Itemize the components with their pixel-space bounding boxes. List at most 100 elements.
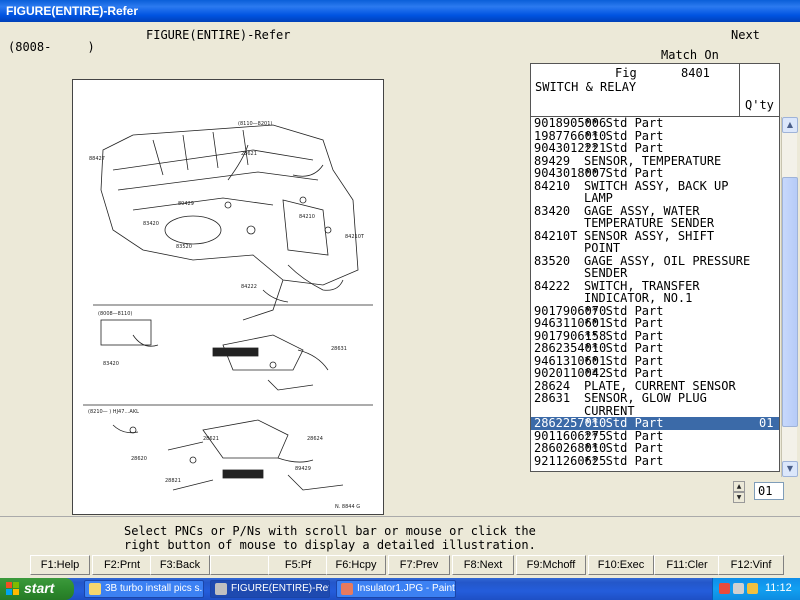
- fkey-f10[interactable]: F10:Exec: [588, 555, 654, 575]
- part-number: 83520: [534, 253, 571, 268]
- fkey-f6[interactable]: F6:Hcpy: [326, 555, 386, 575]
- fig-callout: 28621: [241, 151, 257, 157]
- figure-drawing: (8110—8201) (8008—8110) (8210— ) HJ47…AK…: [83, 121, 373, 510]
- parts-list-row[interactable]: 2860268010 ** Std Part: [531, 442, 779, 455]
- taskbar-item-paint[interactable]: Insulator1.JPG - Paint: [336, 580, 456, 598]
- fig-callout: 28624: [307, 436, 323, 442]
- fig-number: 8401: [681, 66, 710, 80]
- fig-callout: 83520: [176, 244, 192, 250]
- fig-callout: 83420: [103, 361, 119, 367]
- qty-spinner[interactable]: ▲ ▼: [733, 481, 745, 503]
- fig-label-code: N. 8844 G: [335, 504, 360, 510]
- header-range: (8008- ): [8, 40, 95, 54]
- fkey-f12[interactable]: F12:Vinf: [718, 555, 784, 575]
- fig-callout: 89429: [295, 466, 311, 472]
- parts-list-row[interactable]: LAMP: [531, 192, 779, 205]
- part-number: 83420: [534, 203, 571, 218]
- part-description: SENSOR, GLOW PLUG: [584, 391, 707, 405]
- fkey-f8[interactable]: F8:Next: [452, 555, 514, 575]
- start-button[interactable]: start: [0, 578, 74, 600]
- taskbar-item-label: 3B turbo install pics s...: [105, 583, 204, 594]
- part-number: 28631: [534, 391, 571, 405]
- fkey-f4[interactable]: [210, 555, 270, 575]
- parts-list-row[interactable]: 9020110042 ** Std Part: [531, 367, 779, 380]
- scroll-thumb[interactable]: [782, 177, 798, 427]
- scroll-up-button[interactable]: ▲: [782, 117, 798, 133]
- system-tray: 11:12: [712, 578, 800, 600]
- parts-list-row[interactable]: 9018905006 ** Std Part: [531, 117, 779, 130]
- parts-list-row[interactable]: 2862354010 ** Std Part: [531, 342, 779, 355]
- instruction-line-2: right button of mouse to display a detai…: [124, 538, 536, 552]
- parts-list-row[interactable]: 9463110601 ** Std Part: [531, 317, 779, 330]
- part-description: ** Std Part: [584, 441, 664, 455]
- part-description: ** Std Part: [584, 316, 664, 330]
- tray-network-icon[interactable]: [747, 583, 758, 594]
- fig-callout: 28620: [131, 456, 147, 462]
- figure-name: SWITCH & RELAY: [535, 80, 637, 94]
- app-icon: [215, 583, 227, 595]
- parts-list-scrollbar[interactable]: ▲ ▼: [781, 117, 798, 477]
- fkey-f9[interactable]: F9:Mchoff: [516, 555, 586, 575]
- folder-icon: [89, 583, 101, 595]
- fig-callout: 83420: [143, 221, 159, 227]
- parts-list-row[interactable]: 84210T SENSOR ASSY, SHIFT: [531, 229, 779, 243]
- fkey-f11[interactable]: F11:Cler: [654, 555, 720, 575]
- fig-label-bot-range: (8210— ) HJ47…AKL: [88, 409, 139, 415]
- fig-callout: 84210T: [345, 234, 365, 240]
- instruction-line-1: Select PNCs or P/Ns with scroll bar or m…: [124, 524, 536, 538]
- parts-list-row[interactable]: 9043018007 ** Std Part: [531, 167, 779, 180]
- fig-callout: 28621: [203, 436, 219, 442]
- parts-list-row[interactable]: POINT: [531, 242, 779, 255]
- fig-callout: 88427: [89, 156, 105, 162]
- tray-volume-icon[interactable]: [733, 583, 744, 594]
- parts-list-row[interactable]: 2862257010 ** Std Part 01: [531, 417, 779, 430]
- fkey-f7[interactable]: F7:Prev: [388, 555, 450, 575]
- parts-list-row[interactable]: SENDER: [531, 267, 779, 280]
- fkey-f1[interactable]: F1:Help: [30, 555, 90, 575]
- spin-up-icon[interactable]: ▲: [733, 481, 745, 492]
- part-description: LAMP: [584, 191, 613, 205]
- header-title: FIGURE(ENTIRE)-Refer: [146, 28, 291, 42]
- taskbar-item-folder[interactable]: 3B turbo install pics s...: [84, 580, 204, 598]
- fig-label: Fig: [615, 66, 637, 80]
- parts-list[interactable]: 9018905006 ** Std Part 1987766010 ** Std Pa…: [530, 117, 780, 472]
- fig-callout: 84222: [241, 284, 257, 290]
- part-number: 84210: [534, 178, 571, 193]
- parts-list-row[interactable]: 9211260625 ** Std Part: [531, 453, 779, 468]
- fig-callout: 84210: [299, 214, 315, 220]
- figure-illustration[interactable]: (8110—8201) (8008—8110) (8210— ) HJ47…AK…: [72, 79, 384, 515]
- parts-list-row[interactable]: TEMPERATURE SENDER: [531, 217, 779, 230]
- fig-callout: 28821: [165, 478, 181, 484]
- parts-list-row[interactable]: 28631 SENSOR, GLOW PLUG: [531, 392, 779, 405]
- scroll-down-button[interactable]: ▼: [782, 461, 798, 477]
- start-label: start: [24, 580, 55, 596]
- tray-shield-icon[interactable]: [719, 583, 730, 594]
- part-description: POINT: [584, 241, 621, 255]
- parts-list-row[interactable]: 84210 SWITCH ASSY, BACK UP: [531, 178, 779, 193]
- part-qty: 01: [759, 416, 774, 430]
- part-description: ** Std Part: [584, 117, 664, 130]
- qty-field[interactable]: 01: [754, 482, 784, 500]
- windows-logo-icon: [6, 582, 19, 595]
- fkey-f2[interactable]: F2:Prnt: [92, 555, 152, 575]
- fig-label-mid-range: (8008—8110): [98, 311, 132, 317]
- parts-list-row[interactable]: INDICATOR, NO.1: [531, 292, 779, 305]
- qty-column-header: Q'ty: [745, 98, 774, 112]
- part-description: ** Std Part: [584, 341, 664, 355]
- taskbar-item-label: FIGURE(ENTIRE)-Refer: [231, 583, 330, 594]
- fkey-f5[interactable]: F5:Pf: [268, 555, 328, 575]
- parts-list-row[interactable]: 83520 GAGE ASSY, OIL PRESSURE: [531, 253, 779, 268]
- spin-down-icon[interactable]: ▼: [733, 492, 745, 503]
- part-description: ** Std Part: [584, 166, 664, 180]
- fkey-f3[interactable]: F3:Back: [150, 555, 210, 575]
- paint-icon: [341, 583, 353, 595]
- part-description: ** Std Part: [584, 453, 664, 468]
- parts-list-row[interactable]: 9043012221 ** Std Part: [531, 142, 779, 155]
- fig-callout: 28631: [331, 346, 347, 352]
- match-status: Match On: [661, 48, 719, 62]
- taskbar-item-figure[interactable]: FIGURE(ENTIRE)-Refer: [210, 580, 330, 598]
- window-title: FIGURE(ENTIRE)-Refer: [6, 4, 139, 18]
- next-label: Next: [731, 28, 760, 42]
- part-description: ** Std Part: [584, 416, 664, 430]
- instruction-area: Select PNCs or P/Ns with scroll bar or m…: [0, 516, 800, 552]
